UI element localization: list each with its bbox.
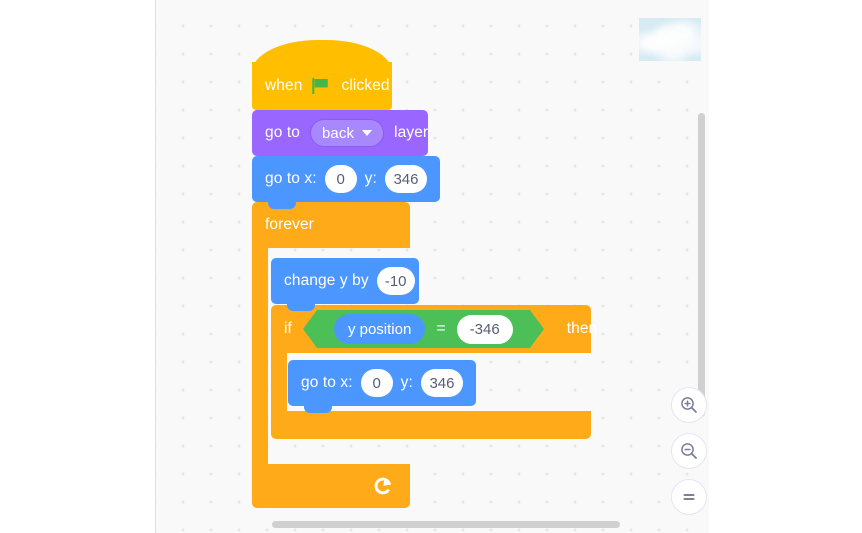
change-y-bottom-notch	[287, 303, 315, 311]
go-to-xy-block-top[interactable]: go to x: 0 y: 346	[252, 156, 440, 209]
go-to-y-input-inner[interactable]: 346	[420, 369, 463, 397]
if-then-block-footer[interactable]	[271, 411, 591, 439]
hex-right-cap	[529, 310, 544, 348]
backdrop-thumbnail	[639, 18, 701, 61]
chevron-down-icon	[362, 130, 373, 136]
change-y-by-block[interactable]: change y by -10	[271, 258, 419, 311]
motion-inner-bottom-notch	[304, 405, 332, 413]
forever-block-left-arm	[252, 248, 268, 464]
block-workspace-canvas[interactable]: forever if y position = -346 then when c…	[155, 0, 709, 533]
zoom-controls	[671, 387, 707, 515]
zoom-out-icon	[681, 443, 697, 459]
forever-block-footer[interactable]	[252, 464, 410, 508]
y-position-reporter[interactable]: y position	[333, 314, 426, 344]
then-label: then	[566, 320, 598, 338]
zoom-in-button[interactable]	[671, 387, 707, 423]
when-flag-clicked-block[interactable]: when clicked	[252, 62, 392, 117]
zoom-reset-button[interactable]	[671, 479, 707, 515]
go-to-x-label: go to x:	[265, 170, 317, 188]
if-block-left-arm	[271, 353, 287, 411]
go-to-layer-block[interactable]: go to back layer	[252, 110, 429, 163]
motion-bottom-notch	[268, 201, 296, 209]
layer-dropdown[interactable]: back	[309, 119, 385, 147]
go-to-x-label-inner: go to x:	[301, 374, 353, 392]
go-to-x-input-inner[interactable]: 0	[360, 369, 393, 397]
go-to-y-input[interactable]: 346	[384, 165, 427, 193]
zoom-out-button[interactable]	[671, 433, 707, 469]
green-flag-icon	[312, 77, 329, 95]
equals-operator-block[interactable]: y position = -346	[302, 310, 544, 348]
equals-sign: =	[436, 320, 446, 337]
equals-operator-body: y position = -346	[316, 310, 530, 348]
if-then-block-header[interactable]: if y position = -346 then	[271, 305, 597, 353]
layer-dropdown-value: back	[321, 124, 355, 142]
vertical-scrollbar-thumb[interactable]	[698, 113, 705, 417]
go-to-y-label-inner: y:	[400, 374, 413, 392]
change-y-by-label: change y by	[284, 272, 369, 290]
go-to-y-label: y:	[364, 170, 377, 188]
when-label: when	[265, 77, 303, 95]
loop-arrow-icon	[374, 477, 391, 495]
horizontal-scrollbar-thumb[interactable]	[272, 521, 620, 528]
if-label: if	[284, 320, 292, 338]
clicked-label: clicked	[341, 77, 390, 95]
zoom-in-icon	[681, 397, 697, 413]
hex-left-cap	[302, 310, 317, 348]
change-y-by-input[interactable]: -10	[376, 267, 415, 295]
zoom-reset-icon	[683, 494, 695, 500]
scratch-editor-root: forever if y position = -346 then when c…	[0, 0, 862, 533]
go-to-label: go to	[265, 124, 300, 142]
horizontal-scrollbar[interactable]	[156, 519, 709, 531]
go-to-x-input[interactable]: 0	[324, 165, 357, 193]
equals-right-input[interactable]: -346	[456, 314, 513, 344]
forever-label: forever	[265, 216, 314, 234]
go-to-xy-block-inner[interactable]: go to x: 0 y: 346	[288, 360, 476, 413]
layer-label: layer	[394, 124, 429, 142]
